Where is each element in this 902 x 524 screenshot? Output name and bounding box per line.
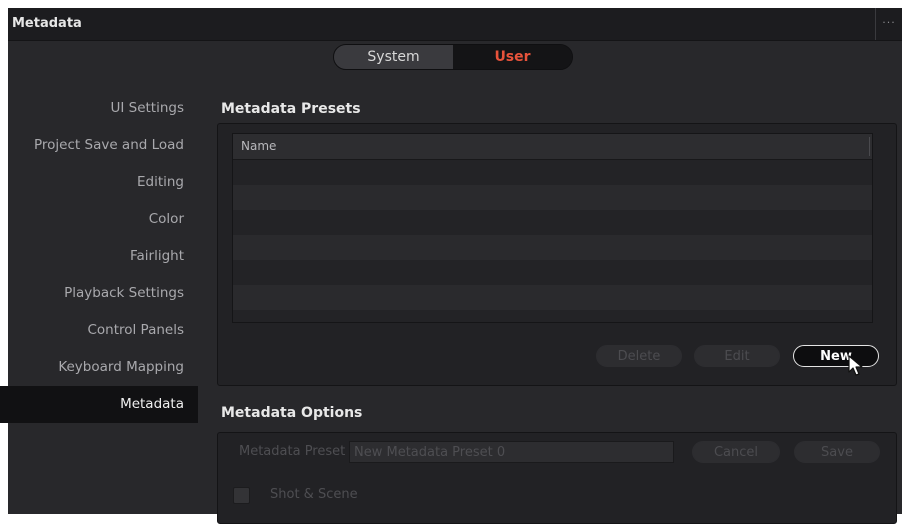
- save-button[interactable]: Save: [794, 441, 880, 463]
- shot-scene-checkbox[interactable]: [233, 487, 250, 504]
- table-header-name[interactable]: Name: [233, 134, 872, 160]
- edit-button[interactable]: Edit: [694, 345, 780, 367]
- sidebar-item-fairlight[interactable]: Fairlight: [0, 238, 198, 275]
- metadata-presets-title: Metadata Presets: [221, 101, 361, 117]
- metadata-preset-field[interactable]: New Metadata Preset 0: [349, 441, 674, 463]
- sidebar-item-project-save-load[interactable]: Project Save and Load: [0, 127, 198, 164]
- new-button[interactable]: New: [793, 345, 879, 367]
- presets-table[interactable]: Name: [232, 133, 873, 323]
- tab-system[interactable]: System: [334, 45, 453, 69]
- table-row[interactable]: [233, 210, 872, 235]
- system-user-toggle: System User: [333, 44, 573, 70]
- metadata-preset-label: Metadata Preset: [239, 444, 346, 459]
- table-row[interactable]: [233, 310, 872, 322]
- sidebar-item-control-panels[interactable]: Control Panels: [0, 312, 198, 349]
- table-row[interactable]: [233, 160, 872, 185]
- sidebar-item-color[interactable]: Color: [0, 201, 198, 238]
- mouse-pointer-icon: [848, 355, 864, 381]
- delete-button[interactable]: Delete: [596, 345, 682, 367]
- more-options-icon[interactable]: ···: [875, 8, 902, 40]
- table-row[interactable]: [233, 285, 872, 310]
- table-row[interactable]: [233, 260, 872, 285]
- column-divider: [869, 137, 870, 156]
- window-title: Metadata: [12, 16, 82, 31]
- title-bar: Metadata ···: [8, 8, 902, 41]
- sidebar-item-metadata[interactable]: Metadata: [0, 386, 198, 423]
- table-row[interactable]: [233, 185, 872, 210]
- shot-scene-label: Shot & Scene: [270, 487, 358, 502]
- sidebar-item-keyboard-mapping[interactable]: Keyboard Mapping: [0, 349, 198, 386]
- column-name-label: Name: [241, 139, 277, 153]
- tab-user[interactable]: User: [453, 45, 572, 69]
- table-row[interactable]: [233, 235, 872, 260]
- sidebar-item-ui-settings[interactable]: UI Settings: [0, 90, 198, 127]
- cancel-button[interactable]: Cancel: [692, 441, 780, 463]
- sidebar-item-playback-settings[interactable]: Playback Settings: [0, 275, 198, 312]
- metadata-options-title: Metadata Options: [221, 405, 363, 421]
- sidebar-item-editing[interactable]: Editing: [0, 164, 198, 201]
